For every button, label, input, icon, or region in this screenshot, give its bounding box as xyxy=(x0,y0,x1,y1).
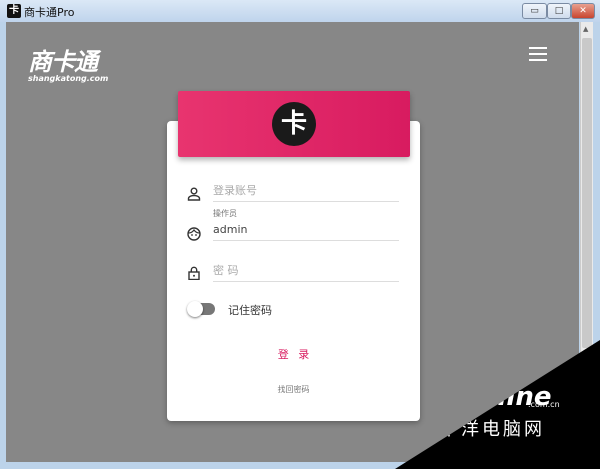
operator-input[interactable]: admin xyxy=(213,219,399,241)
hamburger-menu-icon[interactable] xyxy=(529,47,547,65)
account-input[interactable]: 登录账号 xyxy=(213,180,399,202)
maximize-button[interactable]: □ xyxy=(547,3,571,19)
operator-label: 操作员 xyxy=(213,209,237,218)
main-content: 商卡通 shangkatong.com 登录账号 操作员 admin 密 码 记… xyxy=(6,22,579,462)
title-bar: 卡 商卡通Pro ▭ □ ✕ xyxy=(0,0,600,22)
face-icon xyxy=(187,227,201,241)
close-button[interactable]: ✕ xyxy=(571,3,595,19)
minimize-button[interactable]: ▭ xyxy=(522,3,547,19)
scroll-thumb[interactable] xyxy=(582,38,592,348)
remember-password-label: 记住密码 xyxy=(228,304,272,317)
lock-icon xyxy=(187,266,201,281)
card-header: 卡 xyxy=(178,91,410,157)
watermark-domain: .com.cn xyxy=(528,400,560,409)
remember-password-toggle[interactable] xyxy=(187,301,215,317)
user-icon xyxy=(187,187,201,201)
login-button[interactable]: 登 录 xyxy=(267,343,323,367)
password-input[interactable]: 密 码 xyxy=(213,260,399,282)
brand-badge-icon: 卡 xyxy=(272,102,316,146)
login-card: 登录账号 操作员 admin 密 码 记住密码 登 录 找回密码 xyxy=(167,121,420,421)
app-icon: 卡 xyxy=(7,4,21,18)
window-title: 商卡通Pro xyxy=(24,6,75,19)
forgot-password-link[interactable]: 找回密码 xyxy=(167,384,420,395)
brand-domain: shangkatong.com xyxy=(28,74,109,83)
brand-logo: 商卡通 shangkatong.com xyxy=(28,42,108,83)
scroll-up-icon[interactable]: ▲ xyxy=(583,25,588,33)
brand-name: 商卡通 xyxy=(28,48,98,76)
